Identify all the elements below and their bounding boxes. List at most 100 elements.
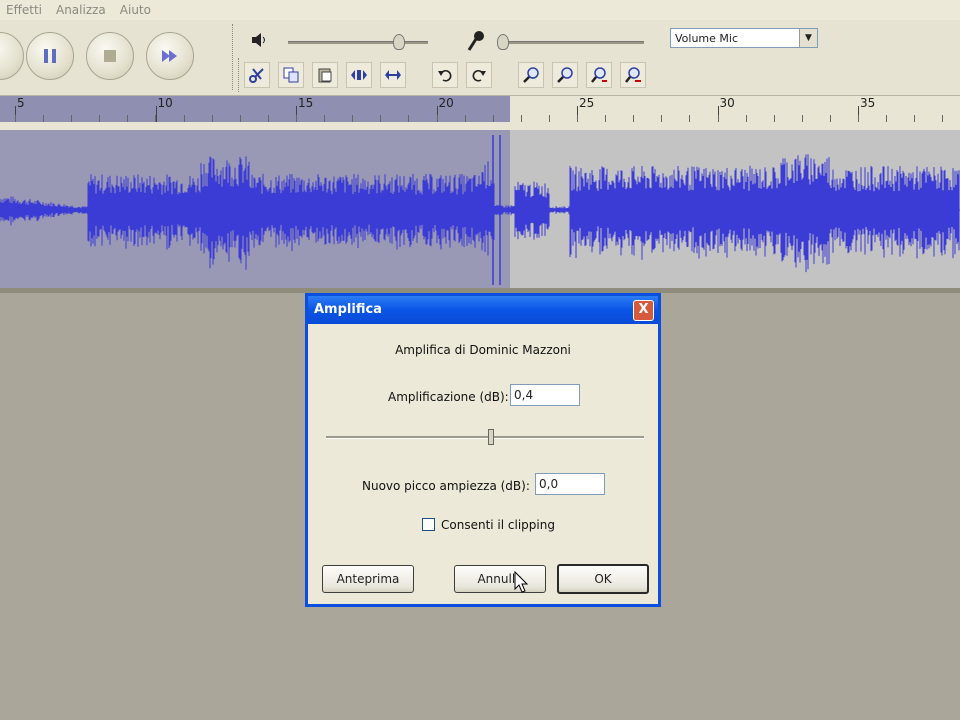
ruler-minor-tick [240, 115, 241, 122]
amplification-label: Amplificazione (dB): [388, 390, 509, 404]
zoom-selection-icon [591, 67, 607, 83]
trim-button[interactable] [346, 62, 372, 88]
ruler-label: 25 [579, 96, 595, 110]
ruler-minor-tick [802, 115, 803, 122]
ruler-minor-tick [858, 115, 859, 122]
copy-icon [283, 67, 299, 83]
ruler-label: 20 [438, 96, 454, 110]
trim-icon [351, 70, 367, 80]
skip-end-button[interactable] [146, 32, 194, 80]
ruler-minor-tick [380, 115, 381, 122]
ruler-minor-tick [99, 115, 100, 122]
microphone-icon [467, 31, 484, 51]
dialog-heading: Amplifica di Dominic Mazzoni [395, 343, 571, 357]
ruler-label: 10 [157, 96, 173, 110]
speaker-icon [252, 33, 265, 47]
allow-clipping-label: Consenti il clipping [441, 518, 555, 532]
ruler-minor-tick [942, 115, 943, 122]
ruler-minor-tick [689, 115, 690, 122]
playback-volume-slider[interactable] [393, 34, 405, 50]
stop-button[interactable] [86, 32, 134, 80]
ok-button[interactable]: OK [557, 564, 649, 594]
undo-icon [438, 70, 452, 82]
ruler-minor-tick [71, 115, 72, 122]
ruler-minor-tick [465, 115, 466, 122]
cancel-button[interactable]: Annulla [454, 565, 546, 593]
skip-end-icon [162, 50, 177, 62]
menu-bar: Effetti Analizza Aiuto [0, 0, 960, 20]
ruler-minor-tick [43, 115, 44, 122]
fit-project-button[interactable] [620, 62, 646, 88]
ruler-label: 5 [17, 96, 25, 110]
ruler-minor-tick [830, 115, 831, 122]
preview-button[interactable]: Anteprima [322, 565, 414, 593]
ruler-minor-tick [268, 115, 269, 122]
ruler-minor-tick [493, 115, 494, 122]
pause-icon [44, 49, 56, 63]
redo-icon [472, 70, 486, 82]
mic-source-select[interactable]: Volume Mic ▼ [670, 28, 818, 48]
zoom-fit-icon [625, 67, 641, 83]
menu-item-aiuto[interactable]: Aiuto [120, 3, 151, 17]
fit-selection-button[interactable] [586, 62, 612, 88]
silence-button[interactable] [380, 62, 406, 88]
menu-item-effetti[interactable]: Effetti [6, 3, 42, 17]
zoom-in-icon [523, 67, 539, 83]
ruler-minor-tick [127, 115, 128, 122]
paste-icon [318, 68, 332, 83]
new-peak-label: Nuovo picco ampiezza (dB): [362, 479, 530, 493]
ruler-minor-tick [437, 115, 438, 122]
close-button[interactable]: X [633, 300, 654, 321]
toolbar: Volume Mic ▼ [0, 20, 960, 96]
redo-button[interactable] [466, 62, 492, 88]
toolbar-separator [232, 24, 235, 90]
new-peak-input[interactable]: 0,0 [535, 473, 605, 495]
ruler-minor-tick [155, 115, 156, 122]
ruler-minor-tick [914, 115, 915, 122]
timeline-ruler[interactable]: 5 10 15 20 25 30 35 [0, 96, 960, 122]
ruler-minor-tick [352, 115, 353, 122]
track-top-border [0, 122, 960, 130]
ruler-minor-tick [633, 115, 634, 122]
ruler-minor-tick [408, 115, 409, 122]
copy-button[interactable] [278, 62, 304, 88]
audio-track[interactable] [0, 130, 960, 290]
amplify-dialog: Amplifica X Amplifica di Dominic Mazzoni… [305, 293, 661, 607]
ruler-minor-tick [296, 115, 297, 122]
dialog-title: Amplifica [308, 296, 658, 324]
record-volume-track [500, 41, 644, 44]
ruler-minor-tick [605, 115, 606, 122]
zoom-in-button[interactable] [518, 62, 544, 88]
amplification-slider-track [326, 436, 644, 439]
paste-button[interactable] [312, 62, 338, 88]
ruler-minor-tick [718, 115, 719, 122]
allow-clipping-checkbox[interactable] [422, 518, 435, 531]
ruler-minor-tick [184, 115, 185, 122]
toolbar-separator [238, 58, 241, 92]
amplification-input[interactable]: 0,4 [510, 384, 580, 406]
ruler-minor-tick [549, 115, 550, 122]
ruler-minor-tick [746, 115, 747, 122]
waveform-path [0, 154, 960, 273]
ruler-minor-tick [15, 115, 16, 122]
silence-icon [385, 70, 401, 80]
waveform [0, 135, 960, 285]
play-button[interactable] [0, 32, 24, 80]
stop-icon [104, 50, 116, 62]
cut-button[interactable] [244, 62, 270, 88]
mouse-cursor-icon [514, 571, 529, 593]
ruler-minor-tick [521, 115, 522, 122]
ruler-minor-tick [886, 115, 887, 122]
dropdown-arrow-icon: ▼ [799, 29, 817, 47]
ruler-selection [0, 96, 510, 122]
amplification-slider[interactable] [488, 429, 494, 445]
undo-button[interactable] [432, 62, 458, 88]
scissors-icon [249, 68, 264, 83]
menu-item-analizza[interactable]: Analizza [56, 3, 106, 17]
ruler-minor-tick [661, 115, 662, 122]
ruler-label: 35 [860, 96, 876, 110]
zoom-out-button[interactable] [552, 62, 578, 88]
pause-button[interactable] [26, 32, 74, 80]
zoom-out-icon [557, 67, 573, 83]
record-volume-slider[interactable] [497, 34, 509, 50]
